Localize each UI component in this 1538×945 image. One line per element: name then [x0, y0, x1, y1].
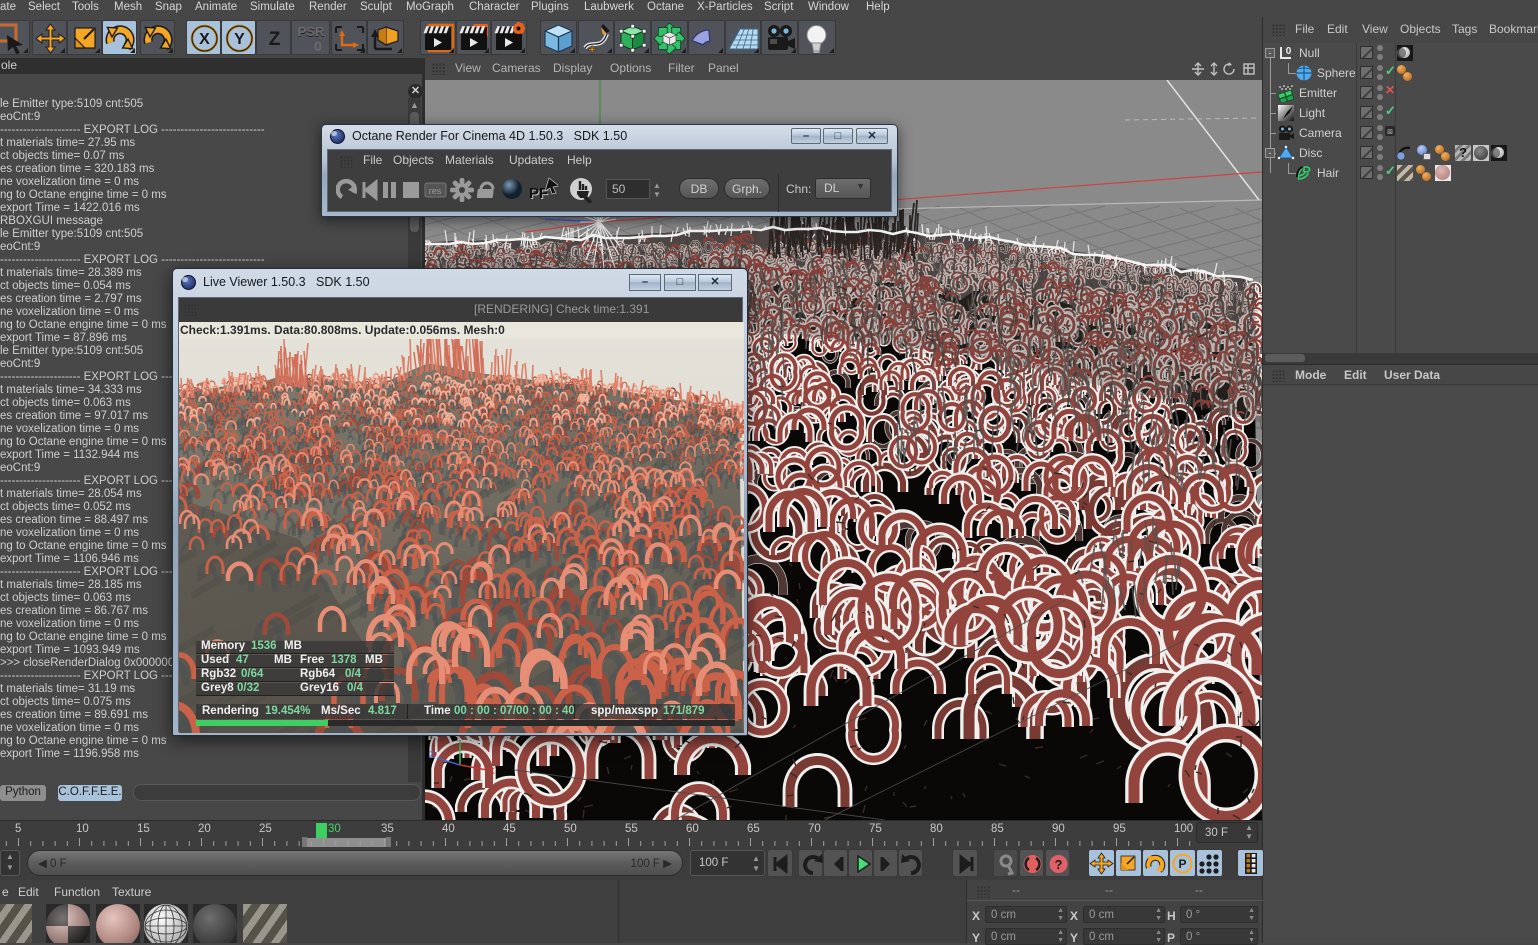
svg-text:PF: PF: [529, 185, 548, 202]
svg-text:Y: Y: [234, 31, 245, 48]
svg-text:Z: Z: [429, 750, 435, 760]
svg-text:X: X: [489, 766, 495, 776]
svg-text:res: res: [429, 186, 442, 196]
svg-text:?: ?: [1055, 857, 1063, 872]
svg-text:X: X: [199, 31, 210, 48]
svg-text:P: P: [1178, 857, 1186, 871]
svg-text:0: 0: [1286, 46, 1292, 57]
svg-text:Z: Z: [269, 29, 281, 50]
svg-text:PSR: PSR: [298, 24, 325, 39]
svg-text:0: 0: [314, 38, 322, 54]
svg-text:+: +: [588, 41, 596, 56]
